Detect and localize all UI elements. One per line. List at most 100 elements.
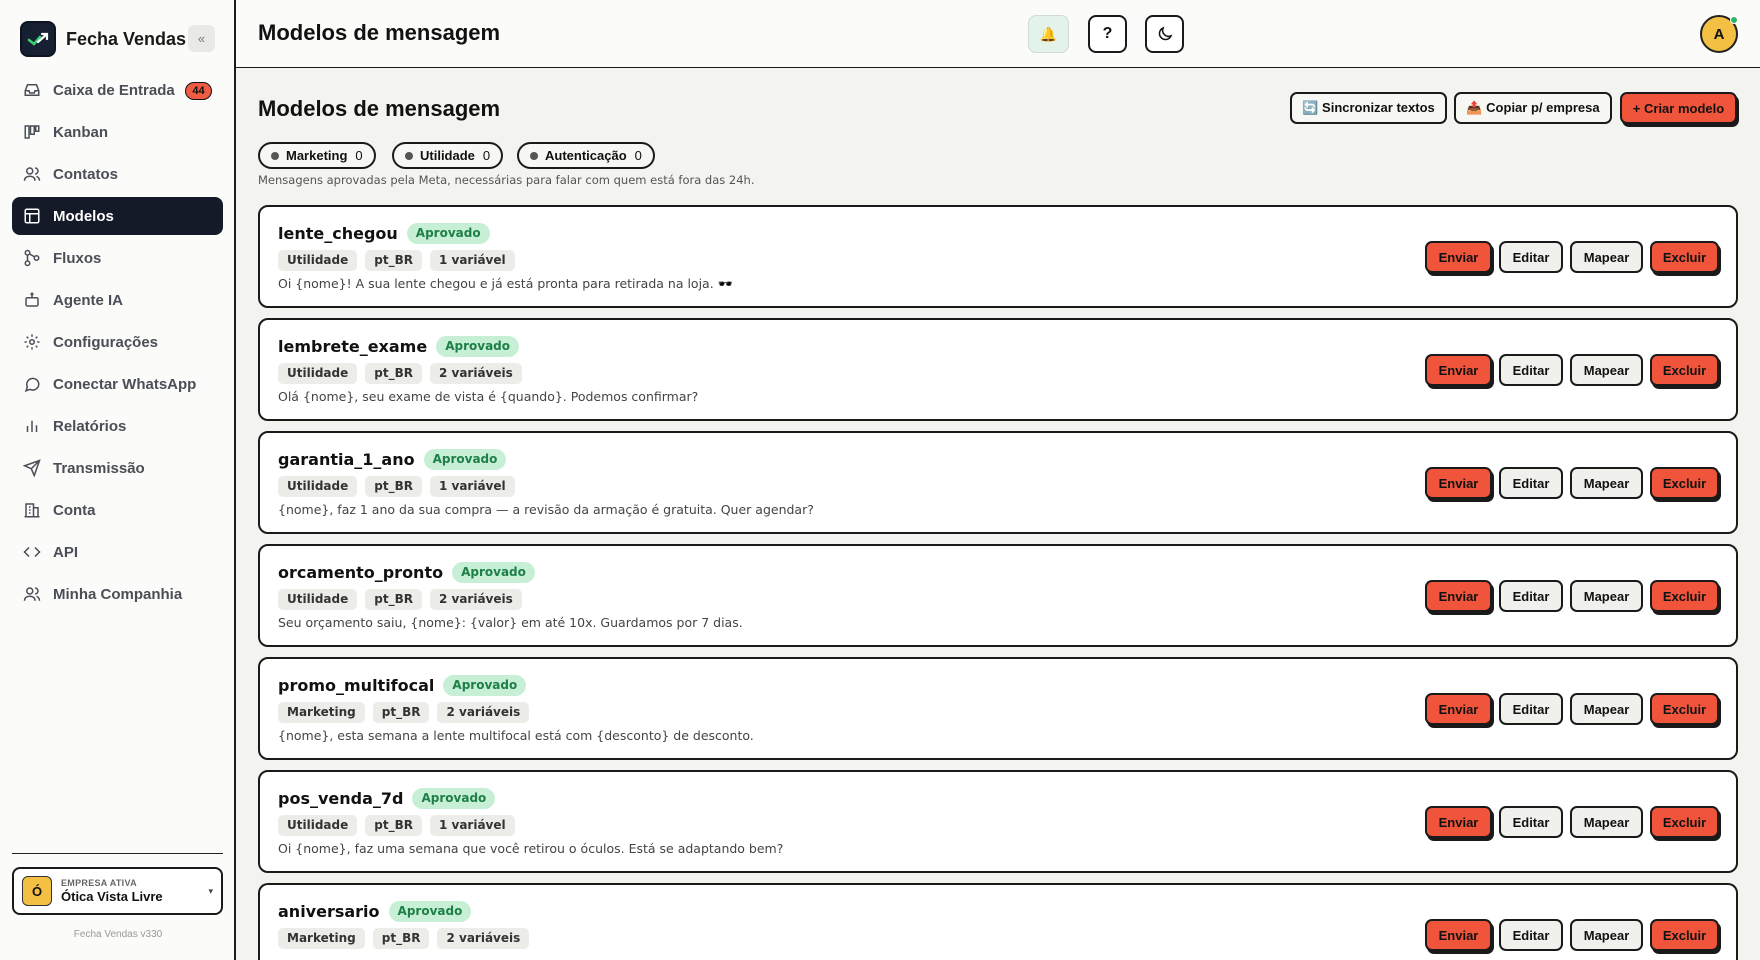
edit-button[interactable]: Editar (1499, 806, 1563, 838)
filter-label: Autenticação (545, 148, 627, 163)
filter-authentication[interactable]: Autenticação 0 (517, 142, 655, 169)
edit-button[interactable]: Editar (1499, 241, 1563, 273)
language-tag: pt_BR (365, 250, 422, 271)
sidebar-item-label: Relatórios (53, 417, 127, 435)
help-button[interactable]: ? (1088, 15, 1127, 53)
edit-button[interactable]: Editar (1499, 693, 1563, 725)
edit-button[interactable]: Editar (1499, 580, 1563, 612)
filter-label: Marketing (286, 148, 348, 163)
template-name: pos_venda_7d (278, 789, 404, 808)
templates-icon (24, 208, 40, 224)
inbox-icon (24, 84, 40, 96)
sidebar-item-my-company[interactable]: Minha Companhia (12, 575, 223, 613)
chat-bubble-icon (24, 377, 40, 392)
sidebar-item-inbox[interactable]: Caixa de Entrada 44 (12, 71, 223, 109)
sidebar-item-label: Agente IA (53, 291, 124, 309)
send-button[interactable]: Enviar (1425, 241, 1492, 273)
edit-button[interactable]: Editar (1499, 354, 1563, 386)
delete-button[interactable]: Excluir (1650, 467, 1719, 499)
notifications-button[interactable]: 🔔 (1028, 15, 1069, 53)
sidebar-item-settings[interactable]: Configurações (12, 323, 223, 361)
send-button[interactable]: Enviar (1425, 354, 1492, 386)
sidebar-item-broadcast[interactable]: Transmissão (12, 449, 223, 487)
dot-icon (530, 151, 538, 160)
app-name: Fecha Vendas (66, 28, 187, 49)
delete-button[interactable]: Excluir (1650, 354, 1719, 386)
brand[interactable]: Fecha Vendas (20, 21, 186, 57)
template-name: lembrete_exame (278, 337, 428, 356)
template-name: promo_multifocal (278, 676, 435, 695)
app-logo-icon (20, 21, 56, 57)
sidebar-item-connect-whatsapp[interactable]: Conectar WhatsApp (12, 365, 223, 403)
gear-icon (24, 334, 40, 350)
sync-texts-button[interactable]: 🔄 Sincronizar textos (1290, 92, 1447, 124)
sidebar-item-account[interactable]: Conta (12, 491, 223, 529)
create-template-button[interactable]: + Criar modelo (1620, 92, 1737, 124)
map-button[interactable]: Mapear (1570, 467, 1643, 499)
unread-count-badge: 44 (185, 82, 212, 100)
kanban-icon (24, 125, 40, 139)
filter-marketing[interactable]: Marketing 0 (258, 142, 376, 169)
sidebar-item-kanban[interactable]: Kanban (12, 113, 223, 151)
map-button[interactable]: Mapear (1570, 806, 1643, 838)
language-tag: pt_BR (365, 363, 422, 384)
language-tag: pt_BR (365, 476, 422, 497)
variables-tag: 1 variável (429, 250, 515, 271)
variables-tag: 1 variável (429, 476, 515, 497)
building-icon (24, 503, 40, 518)
sidebar-item-flows[interactable]: Fluxos (12, 239, 223, 277)
template-name: orcamento_pronto (278, 563, 444, 582)
filter-label: Utilidade (420, 148, 475, 163)
chevron-down-icon: ▾ (208, 886, 213, 896)
template-card: lente_chegou Aprovado Utilidade pt_BR 1 v… (258, 205, 1738, 308)
collapse-sidebar-button[interactable]: « (188, 25, 215, 52)
status-badge: Aprovado (412, 788, 496, 809)
map-button[interactable]: Mapear (1570, 580, 1643, 612)
delete-button[interactable]: Excluir (1650, 806, 1719, 838)
template-card: garantia_1_ano Aprovado Utilidade pt_BR 1… (258, 431, 1738, 534)
send-button[interactable]: Enviar (1425, 806, 1492, 838)
delete-button[interactable]: Excluir (1650, 580, 1719, 612)
template-card: orcamento_pronto Aprovado Utilidade pt_BR… (258, 544, 1738, 647)
map-button[interactable]: Mapear (1570, 693, 1643, 725)
map-button[interactable]: Mapear (1570, 354, 1643, 386)
sidebar-item-label: Caixa de Entrada (53, 81, 175, 99)
delete-button[interactable]: Excluir (1650, 919, 1719, 951)
sidebar-item-contacts[interactable]: Contatos (12, 155, 223, 193)
map-button[interactable]: Mapear (1570, 241, 1643, 273)
template-body: Olá {nome}, seu exame de vista é {quando… (278, 389, 699, 404)
variables-tag: 2 variáveis (429, 363, 522, 384)
dot-icon (271, 151, 279, 160)
delete-button[interactable]: Excluir (1650, 241, 1719, 273)
top-bar: Modelos de mensagem 🔔 ? A (236, 0, 1760, 68)
sidebar-item-templates[interactable]: Modelos (12, 197, 223, 235)
sidebar-item-label: Conectar WhatsApp (53, 375, 197, 393)
send-button[interactable]: Enviar (1425, 693, 1492, 725)
category-tag: Utilidade (278, 363, 358, 384)
edit-button[interactable]: Editar (1499, 467, 1563, 499)
send-button[interactable]: Enviar (1425, 580, 1492, 612)
theme-toggle-button[interactable] (1145, 15, 1184, 53)
send-icon (23, 459, 41, 477)
sidebar-item-api[interactable]: API (12, 533, 223, 571)
send-button[interactable]: Enviar (1425, 919, 1492, 951)
status-badge: Aprovado (452, 562, 535, 583)
template-name: aniversario (278, 902, 380, 921)
sidebar-item-reports[interactable]: Relatórios (12, 407, 223, 445)
edit-button[interactable]: Editar (1499, 919, 1563, 951)
sidebar-nav: Caixa de Entrada 44 Kanban Contatos Mode… (12, 71, 223, 617)
category-tag: Utilidade (278, 250, 358, 271)
copy-to-company-button[interactable]: 📤 Copiar p/ empresa (1454, 92, 1612, 124)
sidebar-item-ai-agent[interactable]: Agente IA (12, 281, 223, 319)
active-company-selector[interactable]: Ó EMPRESA ATIVA Ótica Vista Livre ▾ (12, 867, 223, 915)
send-button[interactable]: Enviar (1425, 467, 1492, 499)
template-name: garantia_1_ano (278, 450, 415, 469)
filter-utility[interactable]: Utilidade 0 (392, 142, 504, 169)
template-card: aniversario Aprovado Marketing pt_BR 2 va… (258, 883, 1738, 960)
sidebar-item-label: Kanban (53, 123, 109, 141)
delete-button[interactable]: Excluir (1650, 693, 1719, 725)
sidebar-item-label: Minha Companhia (53, 585, 183, 603)
sidebar-item-label: Transmissão (53, 459, 145, 477)
map-button[interactable]: Mapear (1570, 919, 1643, 951)
language-tag: pt_BR (365, 815, 422, 836)
